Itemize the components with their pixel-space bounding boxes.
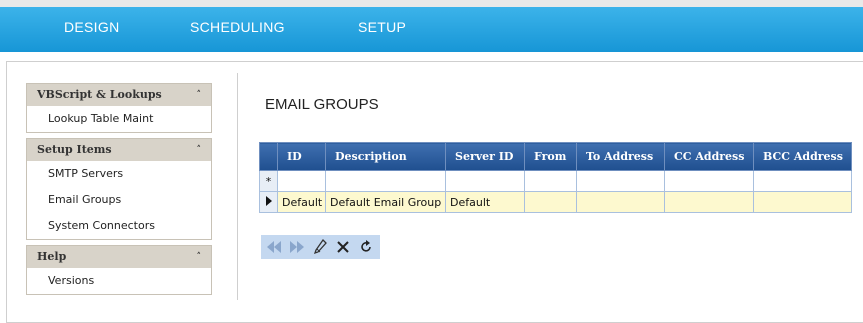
new-row-marker: *: [259, 170, 278, 192]
row-selector-header: [259, 142, 278, 171]
section-title: Setup Items: [37, 143, 112, 156]
grid-cell-to-address[interactable]: [576, 191, 665, 213]
grid-cell[interactable]: [325, 170, 446, 192]
column-header-bcc-address[interactable]: BCC Address: [753, 142, 852, 171]
nav-design[interactable]: DESIGN: [64, 19, 119, 35]
section-title: VBScript & Lookups: [37, 88, 162, 101]
email-groups-grid: ID Description Server ID From To Address…: [259, 142, 852, 213]
collapse-icon[interactable]: ˄: [197, 246, 202, 268]
delete-icon[interactable]: [333, 237, 353, 257]
grid-cell[interactable]: [277, 170, 326, 192]
sidebar: VBScript & Lookups ˄ Lookup Table Maint …: [26, 83, 212, 300]
collapse-icon[interactable]: ˄: [197, 84, 202, 106]
column-header-id[interactable]: ID: [277, 142, 326, 171]
sidebar-item-lookup-table-maint[interactable]: Lookup Table Maint: [27, 106, 211, 132]
edit-icon[interactable]: [310, 237, 330, 257]
nav-setup[interactable]: SETUP: [358, 19, 406, 35]
grid-cell[interactable]: [576, 170, 665, 192]
collapse-icon[interactable]: ˄: [197, 139, 202, 161]
divider: [237, 73, 238, 300]
grid-cell-cc-address[interactable]: [664, 191, 754, 213]
page-title: EMAIL GROUPS: [265, 96, 379, 113]
grid-cell[interactable]: [753, 170, 852, 192]
column-header-from[interactable]: From: [524, 142, 577, 171]
grid-cell-id[interactable]: Default: [277, 191, 326, 213]
grid-header-row: ID Description Server ID From To Address…: [259, 142, 852, 171]
grid-cell-server-id[interactable]: Default: [445, 191, 525, 213]
section-header-setup-items[interactable]: Setup Items ˄: [27, 139, 211, 161]
grid-cell[interactable]: [445, 170, 525, 192]
column-header-server-id[interactable]: Server ID: [445, 142, 525, 171]
column-header-description[interactable]: Description: [325, 142, 446, 171]
grid-cell[interactable]: [664, 170, 754, 192]
section-header-vbscript[interactable]: VBScript & Lookups ˄: [27, 84, 211, 106]
sidebar-section-setup-items: Setup Items ˄ SMTP Servers Email Groups …: [26, 138, 212, 240]
section-title: Help: [37, 250, 67, 263]
sidebar-section-help: Help ˄ Versions: [26, 245, 212, 295]
refresh-icon[interactable]: [356, 237, 376, 257]
nav-scheduling[interactable]: SCHEDULING: [190, 19, 285, 35]
current-row-indicator-icon: [259, 191, 278, 213]
grid-cell-description[interactable]: Default Email Group: [325, 191, 446, 213]
sidebar-item-smtp-servers[interactable]: SMTP Servers: [27, 161, 211, 187]
first-icon[interactable]: [264, 237, 284, 257]
sidebar-item-versions[interactable]: Versions: [27, 268, 211, 294]
top-nav-bar: DESIGN SCHEDULING SETUP: [0, 0, 863, 52]
sidebar-section-vbscript: VBScript & Lookups ˄ Lookup Table Maint: [26, 83, 212, 133]
sidebar-item-email-groups[interactable]: Email Groups: [27, 187, 211, 213]
table-row[interactable]: Default Default Email Group Default: [259, 191, 852, 213]
grid-cell[interactable]: [524, 170, 577, 192]
column-header-to-address[interactable]: To Address: [576, 142, 665, 171]
new-row[interactable]: *: [259, 170, 852, 192]
grid-cell-bcc-address[interactable]: [753, 191, 852, 213]
grid-cell-from[interactable]: [524, 191, 577, 213]
sidebar-item-system-connectors[interactable]: System Connectors: [27, 213, 211, 239]
grid-toolbar: [261, 235, 380, 259]
column-header-cc-address[interactable]: CC Address: [664, 142, 754, 171]
section-header-help[interactable]: Help ˄: [27, 246, 211, 268]
last-icon[interactable]: [287, 237, 307, 257]
